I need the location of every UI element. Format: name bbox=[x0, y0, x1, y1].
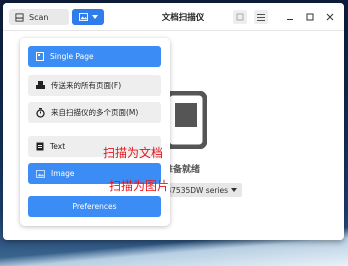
minimize-icon bbox=[287, 19, 293, 20]
image-icon bbox=[36, 169, 45, 178]
close-button[interactable] bbox=[323, 10, 337, 24]
menu-item-all-pages-feeder[interactable]: 传送来的所有页面(F) bbox=[28, 75, 161, 96]
image-icon bbox=[78, 13, 88, 21]
menu-item-label: Single Page bbox=[50, 52, 94, 61]
page-icon bbox=[236, 13, 244, 21]
document-icon bbox=[36, 142, 44, 151]
menu-item-label: Text bbox=[50, 142, 66, 151]
annotation-scan-as-image: 扫描为图片 bbox=[109, 179, 170, 193]
menu-item-multiple-pages[interactable]: 来自扫描仪的多个页面(M) bbox=[28, 102, 161, 123]
new-document-button[interactable] bbox=[233, 10, 247, 24]
chevron-down-icon bbox=[231, 188, 238, 192]
feeder-icon bbox=[36, 81, 45, 89]
hamburger-icon bbox=[257, 13, 265, 21]
scan-button[interactable]: Scan bbox=[9, 9, 69, 25]
scan-mode-menu: Single Page 传送来的所有页面(F) 来自扫描仪的多个页面(M) Te… bbox=[20, 38, 170, 226]
title-bar: Scan 文档扫描仪 bbox=[3, 3, 344, 31]
menu-item-single-page[interactable]: Single Page bbox=[28, 46, 161, 67]
close-icon bbox=[326, 13, 334, 21]
menu-item-label: 来自扫描仪的多个页面(M) bbox=[51, 108, 139, 117]
device-name: B7535DW series bbox=[166, 185, 229, 195]
menu-item-label: 传送来的所有页面(F) bbox=[51, 81, 122, 90]
scanner-icon bbox=[15, 12, 24, 22]
window-title: 文档扫描仪 bbox=[161, 13, 205, 23]
annotation-scan-as-document: 扫描为文档 bbox=[103, 146, 164, 160]
maximize-button[interactable] bbox=[303, 10, 317, 24]
maximize-icon bbox=[306, 13, 314, 21]
scan-mode-dropdown[interactable] bbox=[72, 9, 104, 25]
chevron-down-icon bbox=[91, 15, 98, 19]
single-page-icon bbox=[36, 52, 44, 61]
minimize-button[interactable] bbox=[283, 10, 297, 24]
device-selector[interactable]: B7535DW series bbox=[164, 183, 243, 197]
menu-item-label: Image bbox=[51, 169, 75, 178]
main-menu-button[interactable] bbox=[254, 10, 268, 24]
scanner-placeholder-icon bbox=[165, 91, 207, 149]
timer-icon bbox=[36, 107, 45, 118]
app-window: Scan 文档扫描仪 准备就绪 B7535DW series Single Pa… bbox=[3, 3, 344, 240]
preferences-button[interactable]: Preferences bbox=[28, 196, 161, 217]
scan-button-label: Scan bbox=[29, 12, 49, 22]
